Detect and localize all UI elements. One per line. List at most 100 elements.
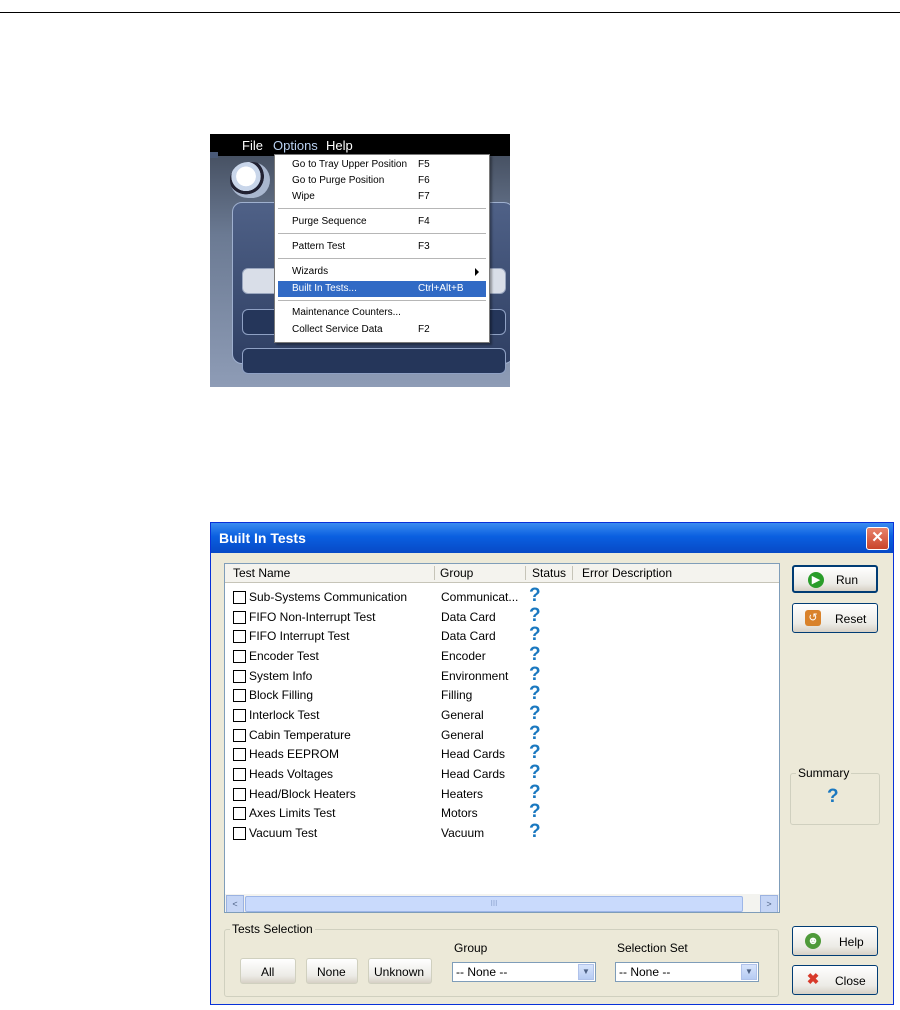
select-none-label: None bbox=[317, 965, 346, 979]
help-person-icon: ☻ bbox=[805, 933, 821, 949]
table-row[interactable]: Axes Limits Test Motors ? bbox=[225, 801, 779, 823]
menu-item-maintenance-counters[interactable]: Maintenance Counters... bbox=[278, 305, 486, 321]
menu-options[interactable]: Options bbox=[273, 138, 318, 153]
test-group: Communicat... bbox=[441, 590, 519, 604]
menu-item-label: Wipe bbox=[292, 191, 315, 202]
test-checkbox[interactable] bbox=[233, 650, 246, 663]
menu-item-collect-service-data[interactable]: Collect Service Data F2 bbox=[278, 322, 486, 338]
menu-item-label: Built In Tests... bbox=[292, 283, 357, 294]
test-checkbox[interactable] bbox=[233, 807, 246, 820]
menu-help[interactable]: Help bbox=[326, 138, 353, 153]
table-row[interactable]: Cabin Temperature General ? bbox=[225, 723, 779, 745]
menu-item-label: Go to Tray Upper Position bbox=[292, 159, 408, 170]
test-name: Head/Block Heaters bbox=[249, 787, 356, 801]
column-header-error-description[interactable]: Error Description bbox=[582, 566, 672, 580]
test-name: Block Filling bbox=[249, 688, 314, 702]
table-row[interactable]: System Info Environment ? bbox=[225, 664, 779, 686]
dialog-titlebar[interactable]: Built In Tests ✕ bbox=[211, 523, 893, 553]
table-row[interactable]: Interlock Test General ? bbox=[225, 703, 779, 725]
chevron-down-icon[interactable]: ▼ bbox=[741, 964, 757, 980]
test-checkbox[interactable] bbox=[233, 827, 246, 840]
menu-item-label: Go to Purge Position bbox=[292, 175, 385, 186]
scrollbar-thumb[interactable]: III bbox=[245, 896, 743, 912]
reset-button-label: Reset bbox=[835, 612, 867, 626]
run-button[interactable]: ▶ Run bbox=[792, 565, 878, 593]
scroll-right-icon[interactable]: > bbox=[760, 895, 778, 912]
test-group: Heaters bbox=[441, 787, 484, 801]
menu-item-label: Collect Service Data bbox=[292, 324, 383, 335]
menu-item-built-in-tests[interactable]: Built In Tests... Ctrl+Alt+B bbox=[278, 281, 486, 297]
menu-item-shortcut: F7 bbox=[418, 191, 430, 202]
status-unknown-icon: ? bbox=[529, 683, 541, 704]
table-row[interactable]: FIFO Non-Interrupt Test Data Card ? bbox=[225, 605, 779, 627]
select-all-button[interactable]: All bbox=[240, 958, 296, 984]
test-group: General bbox=[441, 728, 484, 742]
selection-set-select[interactable]: -- None -- ▼ bbox=[615, 962, 759, 982]
table-row[interactable]: Encoder Test Encoder ? bbox=[225, 644, 779, 666]
test-checkbox[interactable] bbox=[233, 689, 246, 702]
menu-item-purge-position[interactable]: Go to Purge Position F6 bbox=[278, 173, 486, 189]
test-group: Head Cards bbox=[441, 747, 506, 761]
column-header-group[interactable]: Group bbox=[440, 566, 473, 580]
close-icon[interactable]: ✕ bbox=[866, 527, 889, 550]
test-name: System Info bbox=[249, 669, 313, 683]
column-divider[interactable] bbox=[572, 566, 573, 580]
menu-item-shortcut: F4 bbox=[418, 216, 430, 227]
menu-item-shortcut: F6 bbox=[418, 175, 430, 186]
reset-icon: ↺ bbox=[805, 610, 821, 626]
horizontal-scrollbar[interactable]: < III > bbox=[225, 894, 779, 912]
table-row[interactable]: FIFO Interrupt Test Data Card ? bbox=[225, 624, 779, 646]
column-header-status[interactable]: Status bbox=[532, 566, 566, 580]
menu-item-purge-sequence[interactable]: Purge Sequence F4 bbox=[278, 214, 486, 230]
menu-item-wipe[interactable]: Wipe F7 bbox=[278, 189, 486, 205]
column-divider[interactable] bbox=[434, 566, 435, 580]
table-row[interactable]: Vacuum Test Vacuum ? bbox=[225, 821, 779, 843]
menu-item-pattern-test[interactable]: Pattern Test F3 bbox=[278, 239, 486, 255]
help-button[interactable]: ☻ Help bbox=[792, 926, 878, 956]
close-x-icon: ✖ bbox=[806, 971, 820, 988]
tests-list[interactable]: Test Name Group Status Error Description… bbox=[224, 563, 780, 913]
group-select-value: -- None -- bbox=[456, 965, 508, 979]
test-checkbox[interactable] bbox=[233, 630, 246, 643]
table-row[interactable]: Heads EEPROM Head Cards ? bbox=[225, 742, 779, 764]
menu-item-tray-upper[interactable]: Go to Tray Upper Position F5 bbox=[278, 157, 486, 173]
menu-separator bbox=[278, 258, 486, 259]
summary-legend: Summary bbox=[796, 766, 852, 780]
menu-item-shortcut: F3 bbox=[418, 241, 430, 252]
tests-selection-legend: Tests Selection bbox=[230, 922, 315, 936]
table-row[interactable]: Sub-Systems Communication Communicat... … bbox=[225, 585, 779, 607]
scroll-left-icon[interactable]: < bbox=[226, 895, 244, 912]
test-checkbox[interactable] bbox=[233, 788, 246, 801]
test-checkbox[interactable] bbox=[233, 709, 246, 722]
table-row[interactable]: Head/Block Heaters Heaters ? bbox=[225, 782, 779, 804]
close-button-label: Close bbox=[835, 974, 866, 988]
test-name: Heads EEPROM bbox=[249, 747, 340, 761]
column-divider[interactable] bbox=[525, 566, 526, 580]
status-unknown-icon: ? bbox=[529, 742, 541, 763]
close-button[interactable]: ✖ Close bbox=[792, 965, 878, 995]
page-header-rule bbox=[0, 12, 900, 13]
test-checkbox[interactable] bbox=[233, 768, 246, 781]
select-unknown-label: Unknown bbox=[374, 965, 425, 979]
reset-button[interactable]: ↺ Reset bbox=[792, 603, 878, 633]
table-row[interactable]: Heads Voltages Head Cards ? bbox=[225, 762, 779, 784]
menu-file[interactable]: File bbox=[242, 138, 263, 153]
table-row[interactable]: Block Filling Filling ? bbox=[225, 683, 779, 705]
column-header-test-name[interactable]: Test Name bbox=[233, 566, 290, 580]
test-checkbox[interactable] bbox=[233, 611, 246, 624]
select-none-button[interactable]: None bbox=[306, 958, 358, 984]
menu-item-label: Pattern Test bbox=[292, 241, 346, 252]
test-checkbox[interactable] bbox=[233, 748, 246, 761]
menu-item-wizards[interactable]: Wizards bbox=[278, 264, 486, 280]
chevron-down-icon[interactable]: ▼ bbox=[578, 964, 594, 980]
test-checkbox[interactable] bbox=[233, 729, 246, 742]
selection-set-label: Selection Set bbox=[617, 941, 688, 955]
test-checkbox[interactable] bbox=[233, 670, 246, 683]
test-checkbox[interactable] bbox=[233, 591, 246, 604]
select-unknown-button[interactable]: Unknown bbox=[368, 958, 432, 984]
group-select[interactable]: -- None -- ▼ bbox=[452, 962, 596, 982]
test-group: Filling bbox=[441, 688, 473, 702]
test-name: Heads Voltages bbox=[249, 767, 334, 781]
test-group: Motors bbox=[441, 806, 478, 820]
menu-item-label: Purge Sequence bbox=[292, 216, 367, 227]
